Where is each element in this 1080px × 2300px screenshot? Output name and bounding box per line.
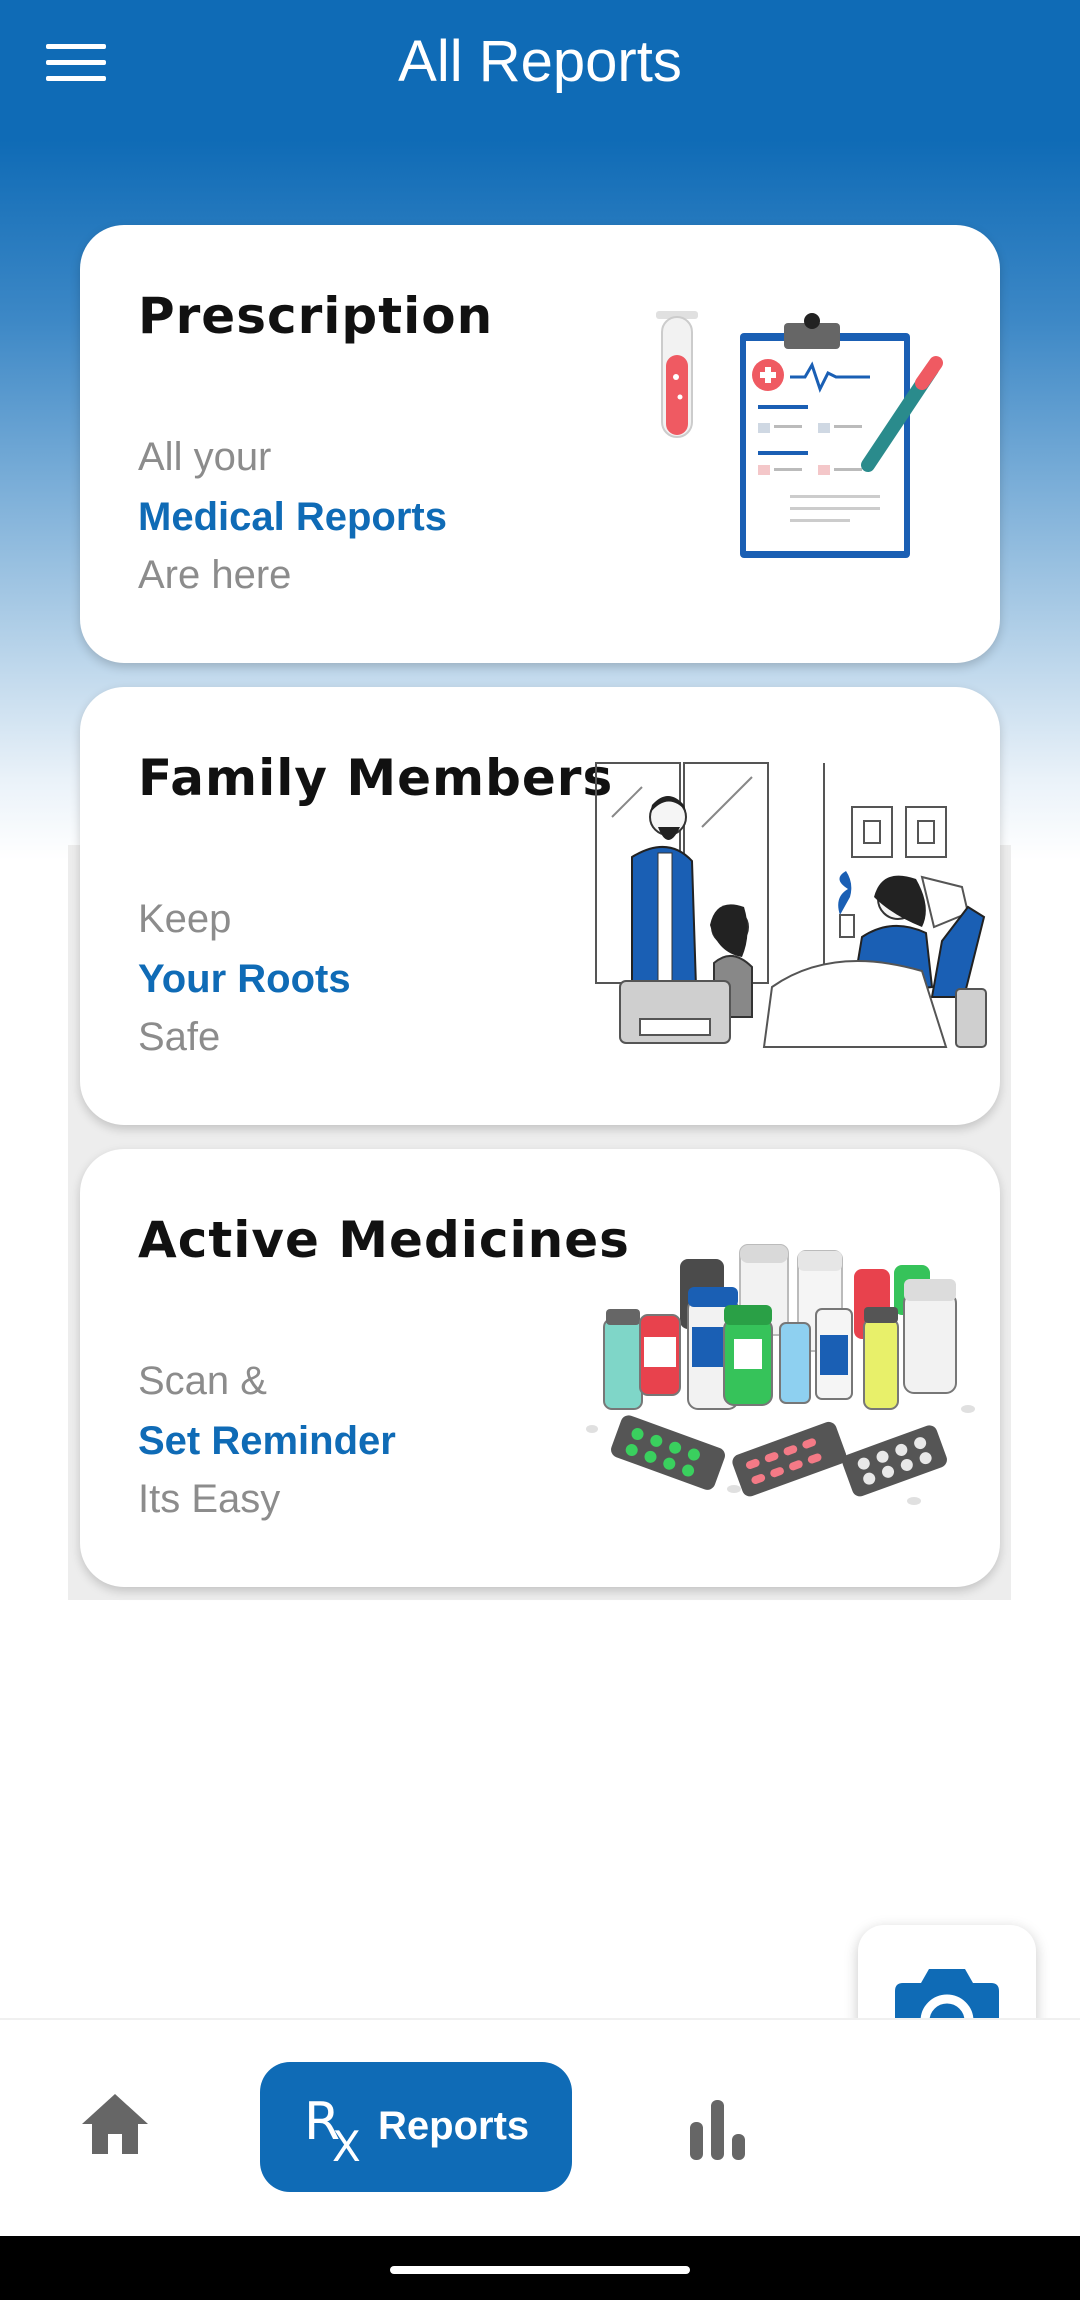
home-indicator[interactable] xyxy=(390,2266,690,2274)
rx-icon-subscript: X xyxy=(332,2122,361,2171)
card-highlight: Set Reminder xyxy=(138,1419,396,1463)
card-line-1: Keep xyxy=(138,897,232,941)
home-icon[interactable] xyxy=(80,2090,150,2160)
medicines-illustration xyxy=(586,1244,975,1505)
card-title: Prescription xyxy=(138,287,494,345)
bar-chart-icon[interactable] xyxy=(688,2098,748,2160)
card-highlight: Your Roots xyxy=(138,957,351,1001)
card-highlight: Medical Reports xyxy=(138,495,447,539)
family-members-card[interactable]: Family Members Keep Your Roots Safe xyxy=(80,687,1000,1125)
card-line-3: Its Easy xyxy=(138,1477,281,1521)
prescription-card[interactable]: Prescription All your Medical Reports Ar… xyxy=(80,225,1000,663)
card-line-1: All your xyxy=(138,435,272,479)
card-line-3: Safe xyxy=(138,1015,221,1059)
family-hospital-illustration xyxy=(595,762,987,1048)
nav-reports-button[interactable]: R X Reports xyxy=(260,2062,572,2192)
app-bar: All Reports xyxy=(0,0,1080,140)
clipboard-illustration xyxy=(656,311,943,558)
active-medicines-card[interactable]: Active Medicines Scan & Set Reminder Its… xyxy=(80,1149,1000,1587)
card-line-1: Scan & xyxy=(138,1359,267,1403)
card-title: Active Medicines xyxy=(138,1211,630,1269)
card-line-3: Are here xyxy=(138,553,292,597)
nav-reports-label: Reports xyxy=(378,2104,530,2148)
page-title: All Reports xyxy=(398,29,682,94)
card-title: Family Members xyxy=(138,749,614,807)
